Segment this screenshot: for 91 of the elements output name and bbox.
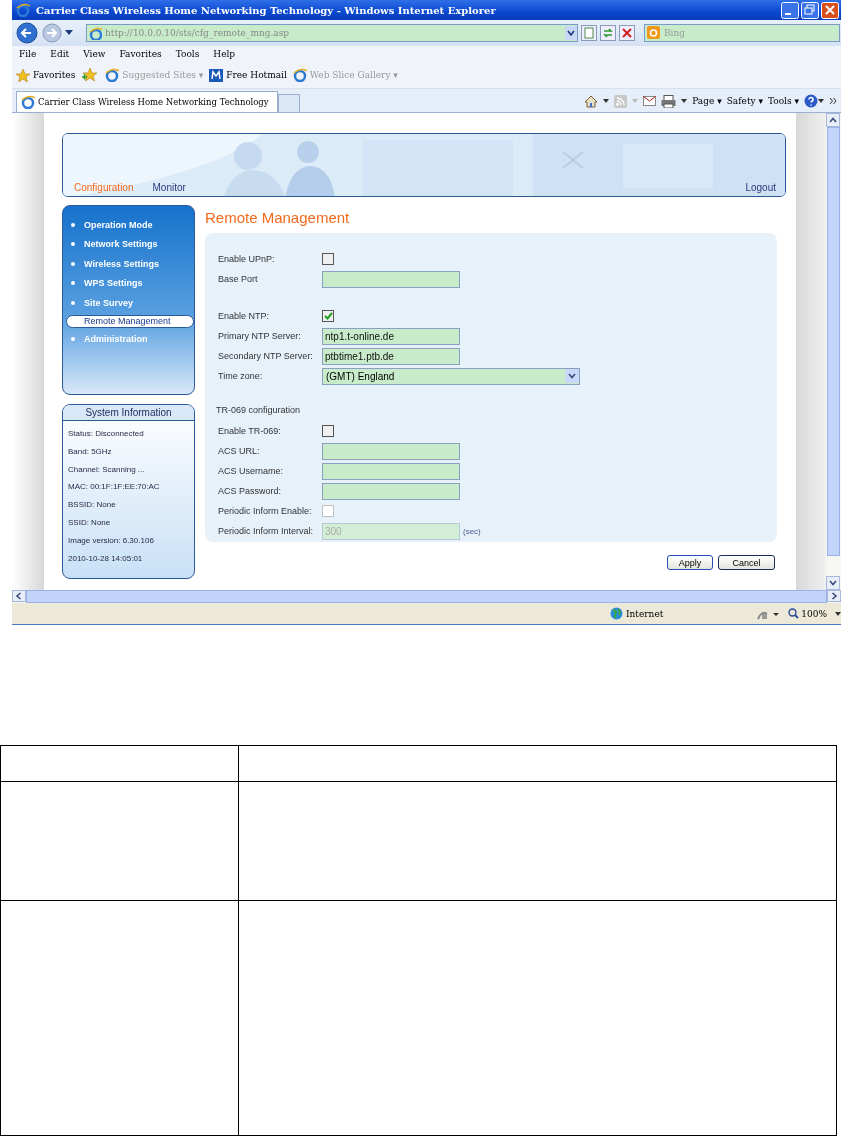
- info-text: Channel: Scanning ...: [67, 463, 146, 476]
- panel-header: System Information: [63, 405, 194, 421]
- dropdown-icon[interactable]: [603, 99, 610, 103]
- dropdown-icon[interactable]: [835, 611, 841, 616]
- command-menu[interactable]: Tools ▾: [767, 96, 799, 106]
- sidebar-item[interactable]: Operation Mode: [63, 215, 194, 235]
- menu-item[interactable]: View: [83, 49, 106, 59]
- field-label: Enable TR-069:: [218, 426, 282, 436]
- browser-logo-icon: [105, 68, 120, 82]
- info-text: Image version: 6.30.106: [67, 534, 155, 547]
- input-field[interactable]: ptbtime1.ptb.de: [322, 347, 460, 365]
- sidebar-item[interactable]: Remote Management: [66, 314, 194, 328]
- home-icon[interactable]: [584, 94, 599, 108]
- dropdown-icon: [565, 369, 579, 383]
- zoom-icon: [788, 608, 800, 619]
- unit-label: (sec): [463, 526, 481, 536]
- logout-link[interactable]: Logout: [745, 182, 776, 193]
- page-heading: Remote Management: [205, 208, 351, 228]
- checkbox[interactable]: [322, 253, 334, 265]
- sidebar-item[interactable]: Wireless Settings: [63, 254, 194, 274]
- checkbox[interactable]: [322, 310, 334, 322]
- form-button[interactable]: Apply: [667, 555, 713, 570]
- help-icon[interactable]: [804, 94, 824, 108]
- scroll-down-icon: [826, 576, 840, 590]
- field-label: Primary NTP Server:: [218, 331, 302, 341]
- input-field[interactable]: [322, 442, 460, 460]
- info-text: BSSID: None: [67, 499, 117, 512]
- refresh-icon[interactable]: [600, 25, 616, 41]
- add-favorite-icon[interactable]: [81, 68, 100, 82]
- input-field[interactable]: ntp1.t-online.de: [322, 327, 460, 345]
- search-field[interactable]: Bing: [644, 24, 840, 42]
- scroll-left-icon: [12, 590, 26, 602]
- browser-logo-icon: [16, 3, 31, 17]
- browser-logo-icon: [292, 68, 307, 82]
- hotmail-icon: [209, 68, 224, 82]
- back-icon[interactable]: [15, 22, 39, 44]
- input-field[interactable]: [322, 462, 460, 480]
- vertical-scrollbar[interactable]: [826, 113, 841, 590]
- minimize-icon[interactable]: [781, 1, 799, 19]
- search-provider-icon: [647, 26, 660, 39]
- field-label: Periodic Inform Enable:: [218, 506, 313, 516]
- field-label: Secondary NTP Server:: [218, 351, 314, 361]
- field-label: ACS Username:: [218, 466, 285, 476]
- mail-icon[interactable]: [643, 96, 657, 106]
- window-title: Carrier Class Wireless Home Networking Technology - Windows Internet Explorer: [36, 4, 497, 16]
- scroll-right-icon: [827, 590, 841, 602]
- browser-tab[interactable]: Carrier Class Wireless Home Networking Technology: [16, 91, 278, 112]
- favorite-link[interactable]: Free Hotmail: [209, 68, 287, 82]
- menu-item[interactable]: Favorites: [119, 49, 162, 59]
- field-label: ACS Password:: [218, 486, 283, 496]
- chevron-icon[interactable]: [829, 97, 837, 105]
- stop-icon[interactable]: [619, 25, 635, 41]
- browser-logo-icon: [21, 95, 35, 109]
- command-menu[interactable]: Page ▾: [692, 96, 722, 106]
- menu-item[interactable]: Edit: [50, 49, 70, 59]
- input-field[interactable]: [322, 270, 460, 288]
- close-icon[interactable]: [821, 1, 839, 19]
- section-title: TR-069 configuration: [216, 404, 302, 417]
- info-text: SSID: None: [67, 517, 112, 529]
- print-icon[interactable]: [661, 94, 677, 108]
- nav-tab[interactable]: Monitor: [152, 182, 186, 193]
- input-field[interactable]: [322, 482, 460, 500]
- field-label: ACS URL:: [218, 446, 261, 456]
- field-label: Periodic Inform Interval:: [218, 526, 315, 536]
- globe-icon: [610, 607, 623, 620]
- form-button[interactable]: Cancel: [718, 555, 775, 570]
- scroll-thumb[interactable]: [827, 127, 840, 556]
- dropdown-icon[interactable]: [565, 26, 577, 40]
- field-label: Base Port: [218, 274, 259, 284]
- dropdown-icon[interactable]: [681, 99, 688, 103]
- checkbox[interactable]: [322, 425, 334, 437]
- restore-icon[interactable]: [801, 1, 819, 19]
- star-icon: [16, 68, 30, 82]
- dropdown-icon[interactable]: [65, 30, 73, 36]
- info-text: Status: Disconnected: [67, 428, 145, 440]
- field-label: Enable UPnP:: [218, 254, 276, 264]
- sidebar-item[interactable]: Network Settings: [63, 234, 194, 254]
- menu-item[interactable]: Tools: [175, 49, 200, 59]
- field-label: Enable NTP:: [218, 311, 271, 321]
- info-text: Band: 5GHz: [67, 445, 113, 458]
- info-text: MAC: 00:1F:1F:EE:70:AC: [67, 481, 161, 494]
- page-icon: [89, 26, 102, 40]
- command-menu[interactable]: Safety ▾: [726, 96, 763, 106]
- dropdown-field[interactable]: (GMT) England: [322, 367, 580, 385]
- zoom-control[interactable]: 100%: [788, 608, 827, 619]
- menu-item[interactable]: File: [19, 49, 37, 59]
- menu-item[interactable]: Help: [213, 49, 236, 59]
- info-text: 2010-10-28 14:05:01: [67, 552, 144, 565]
- favorites-button[interactable]: Favorites: [16, 68, 76, 82]
- field-label: Time zone:: [218, 371, 264, 381]
- security-zone[interactable]: Internet: [610, 607, 749, 620]
